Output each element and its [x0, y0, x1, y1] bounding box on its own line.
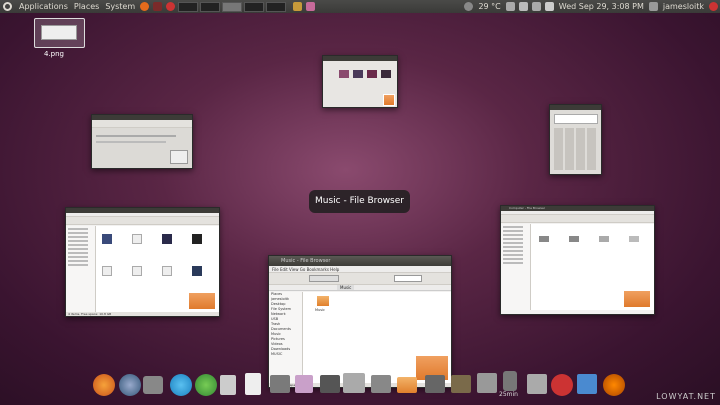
folder-icon[interactable]	[317, 296, 329, 306]
folder-label: Music	[315, 308, 325, 312]
network-icon[interactable]	[505, 2, 515, 11]
taskbar-item[interactable]	[222, 1, 243, 12]
mail-icon[interactable]	[153, 2, 163, 11]
status-bar: 4 items, Free space: 10.8 GB	[66, 312, 219, 316]
taskbar-item[interactable]	[200, 1, 221, 12]
window-thumbnail-calculator[interactable]	[549, 104, 602, 175]
firefox-icon[interactable]	[140, 2, 150, 11]
battery-icon[interactable]	[503, 371, 517, 391]
sidebar-item[interactable]: MUSIC	[271, 352, 302, 357]
watermark: LOWYAT.NET	[656, 392, 716, 401]
skype-icon[interactable]	[170, 374, 192, 396]
desktop-file-label: 4.png	[44, 50, 65, 58]
window-thumbnail-computer-browser[interactable]: Computer - File Browser	[500, 205, 655, 315]
timer-label: 25min	[499, 391, 518, 398]
image-icon[interactable]	[306, 2, 316, 11]
taskbar-item[interactable]	[266, 1, 287, 12]
settings-icon[interactable]	[343, 373, 365, 393]
power-icon[interactable]	[551, 374, 573, 396]
app-icon[interactable]	[425, 375, 445, 393]
path-button-music[interactable]: Music	[337, 285, 355, 290]
places-menu[interactable]: Places	[71, 2, 102, 11]
weather-icon[interactable]	[464, 2, 474, 11]
rss-icon[interactable]	[603, 374, 625, 396]
chrome-icon[interactable]	[119, 374, 141, 396]
calculator-icon[interactable]	[220, 375, 236, 395]
app-icon[interactable]	[451, 375, 471, 393]
app-icon[interactable]	[477, 373, 497, 393]
window-title: Music - File Browser	[269, 256, 451, 266]
document-icon[interactable]	[245, 373, 261, 395]
volume-icon[interactable]	[544, 2, 554, 11]
taskbar-item[interactable]	[244, 1, 265, 12]
top-panel: Applications Places System 29 °C Wed Sep…	[0, 0, 720, 13]
applications-menu[interactable]: Applications	[16, 2, 71, 11]
username[interactable]: jamesloitk	[660, 2, 707, 11]
temperature[interactable]: 29 °C	[475, 2, 503, 11]
taskbar-item[interactable]	[178, 1, 199, 12]
system-menu[interactable]: System	[102, 2, 138, 11]
dock: 25min	[75, 365, 655, 405]
contacts-icon[interactable]	[195, 374, 217, 396]
media-icon[interactable]	[270, 375, 290, 393]
app-icon[interactable]	[371, 375, 391, 393]
window-thumbnail-editor[interactable]	[91, 114, 193, 169]
window-menubar: File Edit View Go Bookmarks Help	[269, 266, 451, 273]
image-icon[interactable]	[295, 375, 313, 393]
bluetooth-icon[interactable]	[518, 2, 528, 11]
terminal-icon[interactable]	[320, 375, 340, 393]
user-icon[interactable]	[648, 2, 658, 11]
window-switcher-label: Music - File Browser	[309, 190, 410, 213]
power-icon[interactable]	[166, 2, 176, 11]
camera-icon[interactable]	[143, 376, 163, 394]
shutdown-icon[interactable]	[709, 2, 718, 11]
folder-icon[interactable]	[293, 2, 303, 11]
app-icon[interactable]	[527, 374, 547, 394]
desktop-file-icon[interactable]	[34, 18, 85, 48]
ubuntu-logo-icon[interactable]	[3, 2, 12, 11]
folder-icon[interactable]	[397, 377, 417, 393]
clock[interactable]: Wed Sep 29, 3:08 PM	[556, 2, 647, 11]
app-icon[interactable]	[577, 374, 597, 394]
firefox-icon[interactable]	[93, 374, 115, 396]
window-thumbnail-file-browser-left[interactable]: 4 items, Free space: 10.8 GB	[65, 207, 220, 317]
mail-indicator-icon[interactable]	[531, 2, 541, 11]
window-thumbnail-image-viewer[interactable]	[322, 55, 398, 108]
